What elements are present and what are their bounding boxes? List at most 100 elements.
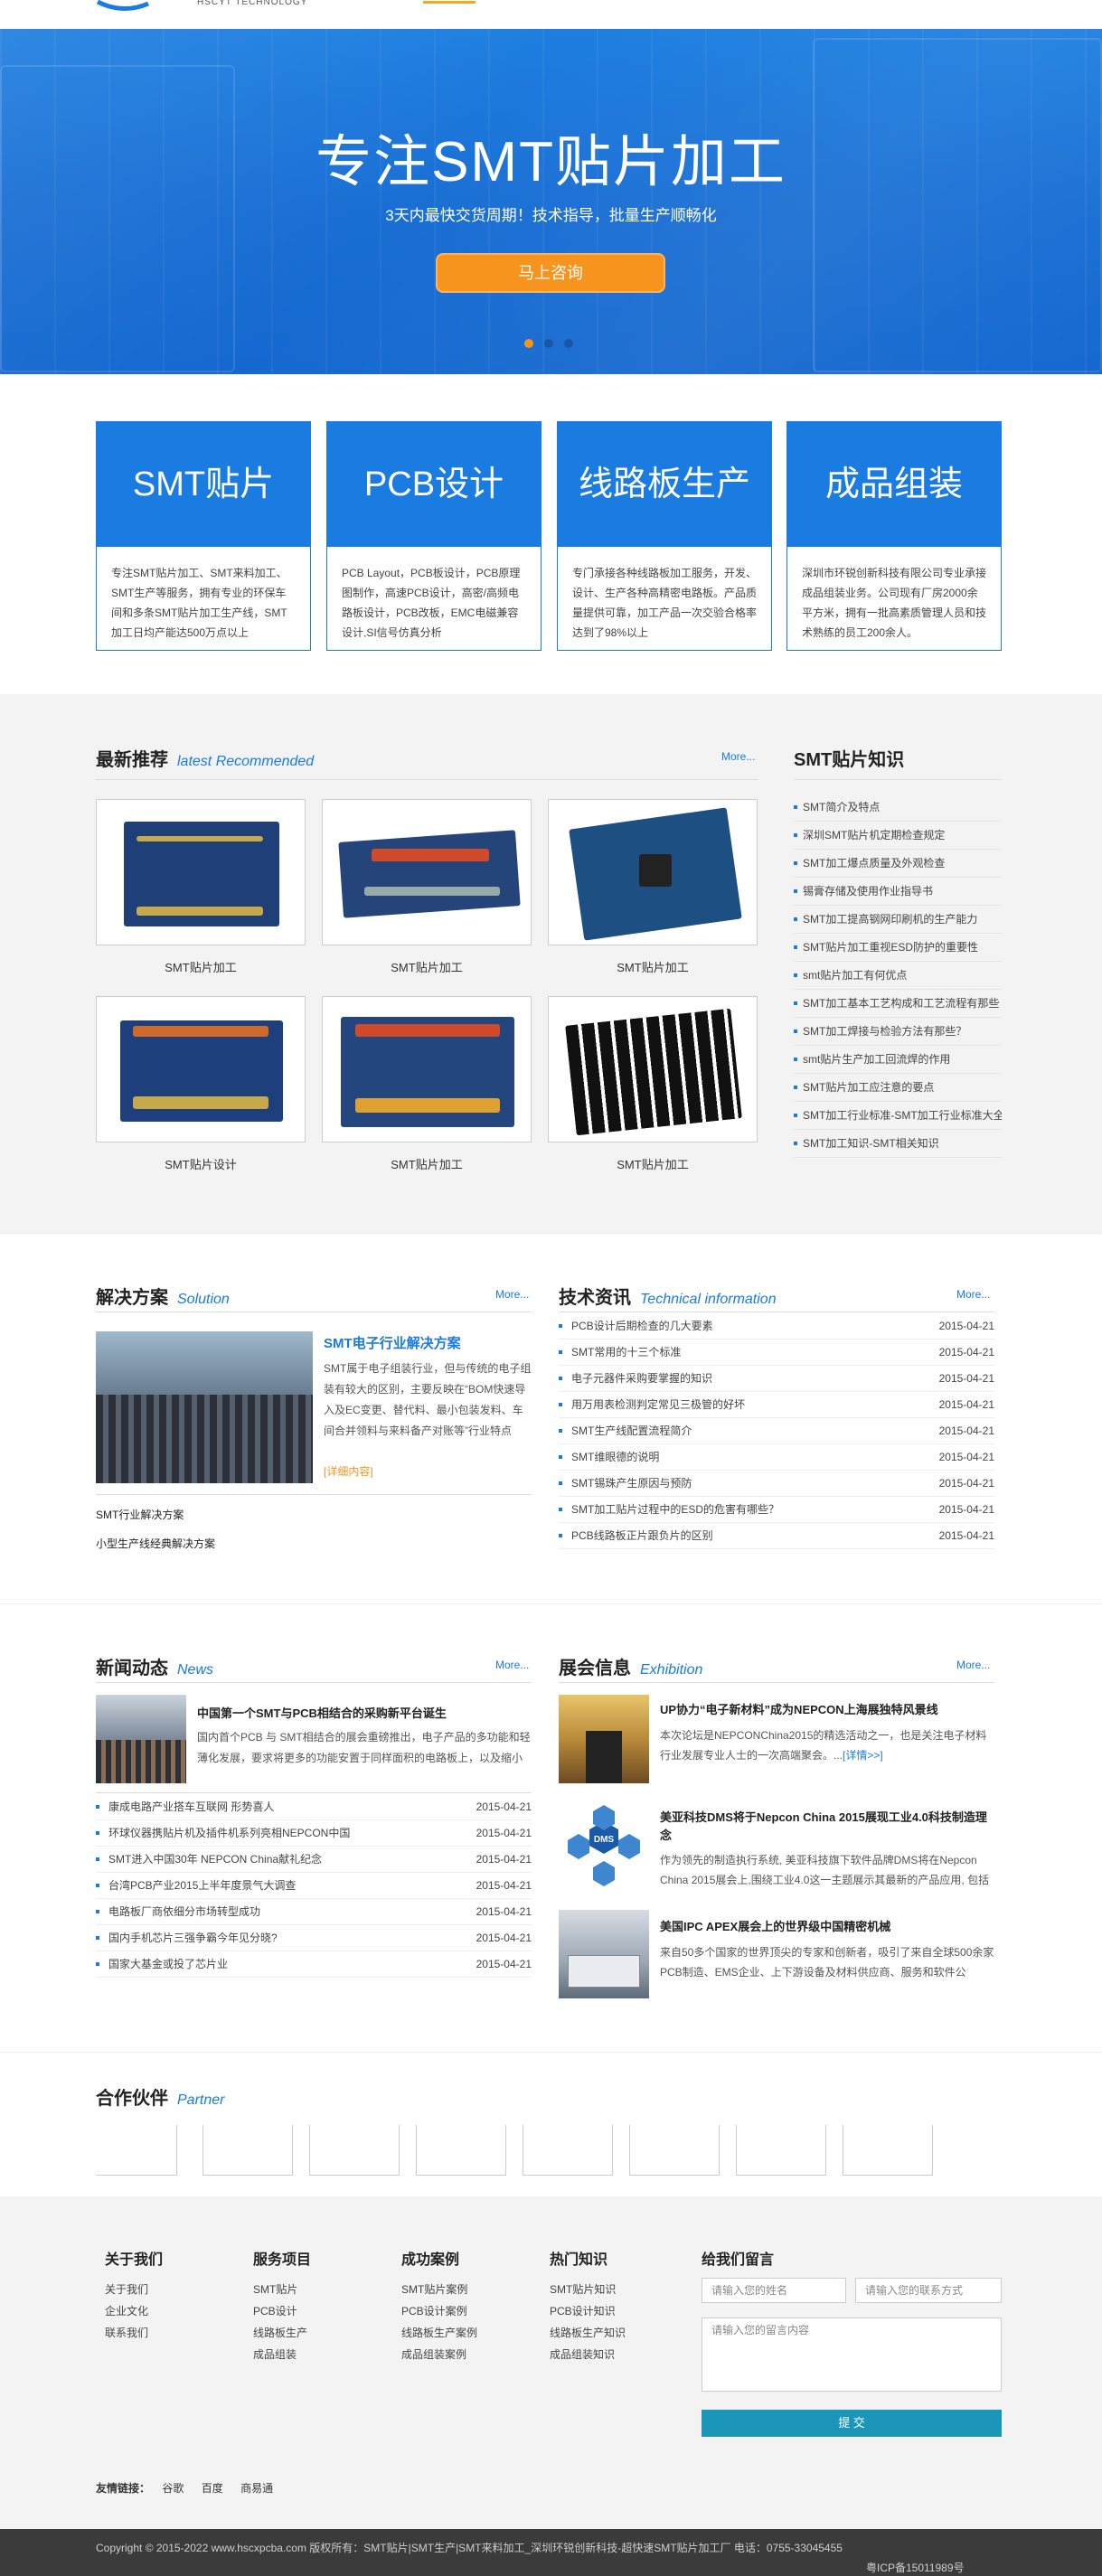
- partner-logo[interactable]: [309, 2125, 400, 2176]
- product-image[interactable]: [548, 799, 758, 945]
- news-item[interactable]: PCB设计后期检查的几大要素 2015-04-21: [559, 1313, 994, 1340]
- news-item[interactable]: SMT生产线配置流程简介 2015-04-21: [559, 1418, 994, 1444]
- more-link[interactable]: More...: [956, 1288, 990, 1301]
- news-item[interactable]: 台湾PCB产业2015上半年度景气大调查 2015-04-21: [96, 1873, 532, 1899]
- news-item-title[interactable]: 电路板厂商依细分市场转型成功: [108, 1905, 260, 1918]
- news-item-title[interactable]: 康成电路产业搭车互联网 形势喜人: [108, 1800, 274, 1813]
- solution-link[interactable]: SMT行业解决方案: [96, 1507, 184, 1522]
- news-item-title[interactable]: 电子元器件采购要掌握的知识: [571, 1372, 712, 1385]
- partner-logo[interactable]: [523, 2125, 613, 2176]
- news-item-title[interactable]: 台湾PCB产业2015上半年度景气大调查: [108, 1879, 296, 1892]
- partner-logo[interactable]: [203, 2125, 293, 2176]
- news-feature-title[interactable]: 中国第一个SMT与PCB相结合的采购新平台诞生: [197, 1704, 532, 1721]
- footer-link[interactable]: 线路板生产: [253, 2325, 307, 2340]
- product-card[interactable]: SMT贴片设计: [96, 996, 306, 1172]
- icp-text[interactable]: 粤ICP备15011989号: [866, 2560, 965, 2575]
- knowledge-item[interactable]: SMT加工爆点质量及外观检查: [794, 850, 1002, 878]
- product-image[interactable]: [96, 996, 306, 1142]
- news-item-title[interactable]: SMT锡珠产生原因与预防: [571, 1477, 692, 1490]
- news-item[interactable]: SMT锡珠产生原因与预防 2015-04-21: [559, 1471, 994, 1497]
- knowledge-item[interactable]: SMT贴片加工重视ESD防护的重要性: [794, 934, 1002, 962]
- product-caption[interactable]: SMT贴片加工: [96, 958, 306, 975]
- news-item-title[interactable]: SMT常用的十三个标准: [571, 1346, 681, 1359]
- service-card[interactable]: SMT贴片 专注SMT贴片加工、SMT来料加工、SMT生产等服务，拥有专业的环保…: [96, 421, 311, 651]
- product-image[interactable]: [548, 996, 758, 1142]
- slider-dot[interactable]: [524, 339, 533, 348]
- product-caption[interactable]: SMT贴片加工: [548, 958, 758, 975]
- knowledge-item[interactable]: 锡膏存储及使用作业指导书: [794, 878, 1002, 906]
- submit-button[interactable]: 提 交: [702, 2410, 1002, 2437]
- exhibition-title[interactable]: 美国IPC APEX展会上的世界级中国精密机械: [660, 1917, 994, 1934]
- solution-image[interactable]: [96, 1331, 313, 1483]
- news-item-title[interactable]: SMT生产线配置流程简介: [571, 1424, 692, 1437]
- footer-link[interactable]: SMT贴片: [253, 2281, 297, 2297]
- more-link[interactable]: More...: [721, 750, 755, 763]
- news-item[interactable]: SMT常用的十三个标准 2015-04-21: [559, 1340, 994, 1366]
- knowledge-item[interactable]: SMT加工基本工艺构成和工艺流程有那些: [794, 990, 1002, 1018]
- name-input[interactable]: 请输入您的姓名: [702, 2278, 846, 2303]
- exhibition-image[interactable]: [559, 1695, 649, 1783]
- footer-link[interactable]: PCB设计: [253, 2303, 297, 2318]
- product-card[interactable]: SMT贴片加工: [322, 799, 532, 975]
- detail-link[interactable]: [详细内容]: [324, 1463, 373, 1479]
- exhibition-title[interactable]: UP协力“电子新材料”成为NEPCON上海展独特风景线: [660, 1700, 994, 1717]
- news-item-title[interactable]: 用万用表检测判定常见三极管的好坏: [571, 1398, 745, 1411]
- message-textarea[interactable]: 请输入您的留言内容: [702, 2317, 1002, 2392]
- service-card[interactable]: 成品组装 深圳市环锐创新科技有限公司专业承接成品组装业务。公司现有厂房2000余…: [786, 421, 1002, 651]
- knowledge-item[interactable]: SMT加工提高钢网印刷机的生产能力: [794, 906, 1002, 934]
- news-item-title[interactable]: SMT进入中国30年 NEPCON China献礼纪念: [108, 1853, 322, 1866]
- news-item[interactable]: 国家大基金或投了芯片业 2015-04-21: [96, 1951, 532, 1978]
- news-item[interactable]: SMT加工贴片过程中的ESD的危害有哪些？ 2015-04-21: [559, 1497, 994, 1523]
- news-item[interactable]: PCB线路板正片跟负片的区别 2015-04-21: [559, 1523, 994, 1549]
- news-item[interactable]: SMT维眼德的说明 2015-04-21: [559, 1444, 994, 1471]
- knowledge-item[interactable]: 深圳SMT贴片机定期检查规定: [794, 822, 1002, 850]
- news-item[interactable]: 国内手机芯片三强争霸今年见分晓? 2015-04-21: [96, 1925, 532, 1951]
- more-link[interactable]: More...: [956, 1659, 990, 1671]
- knowledge-item[interactable]: SMT简介及特点: [794, 794, 1002, 822]
- more-link[interactable]: More...: [495, 1659, 529, 1671]
- news-feature-image[interactable]: [96, 1695, 186, 1783]
- footer-link[interactable]: PCB设计知识: [550, 2303, 616, 2318]
- footer-link[interactable]: 线路板生产案例: [401, 2325, 477, 2340]
- friend-link[interactable]: 商易通: [240, 2482, 273, 2495]
- news-item[interactable]: 电子元器件采购要掌握的知识 2015-04-21: [559, 1366, 994, 1392]
- exhibition-title[interactable]: 美亚科技DMS将于Nepcon China 2015展现工业4.0科技制造理念: [660, 1809, 994, 1845]
- partner-logo[interactable]: [416, 2125, 506, 2176]
- knowledge-item[interactable]: SMT加工行业标准-SMT加工行业标准大全: [794, 1102, 1002, 1130]
- product-card[interactable]: SMT贴片加工: [548, 996, 758, 1172]
- news-item-title[interactable]: SMT维眼德的说明: [571, 1451, 659, 1463]
- friend-link[interactable]: 百度: [202, 2482, 223, 2495]
- news-item[interactable]: 用万用表检测判定常见三极管的好坏 2015-04-21: [559, 1392, 994, 1418]
- solution-link[interactable]: 小型生产线经典解决方案: [96, 1536, 215, 1551]
- product-card[interactable]: SMT贴片加工: [96, 799, 306, 975]
- product-image[interactable]: [322, 799, 532, 945]
- knowledge-item[interactable]: SMT加工知识-SMT相关知识: [794, 1130, 1002, 1158]
- service-card[interactable]: 线路板生产 专门承接各种线路板加工服务，开发、设计、生产各种高精密电路板。产品质…: [557, 421, 772, 651]
- slider-dot[interactable]: [564, 339, 573, 348]
- footer-link[interactable]: 关于我们: [105, 2281, 148, 2297]
- footer-link[interactable]: 企业文化: [105, 2303, 148, 2318]
- footer-link[interactable]: 成品组装知识: [550, 2346, 615, 2362]
- exhibition-detail-link[interactable]: [详情>>]: [843, 1749, 883, 1762]
- footer-link[interactable]: SMT贴片案例: [401, 2281, 467, 2297]
- exhibition-image[interactable]: [559, 1910, 649, 1998]
- partner-logo[interactable]: [629, 2125, 720, 2176]
- product-card[interactable]: SMT贴片加工: [322, 996, 532, 1172]
- news-item-title[interactable]: PCB设计后期检查的几大要素: [571, 1320, 713, 1332]
- more-link[interactable]: More...: [495, 1288, 529, 1301]
- product-caption[interactable]: SMT贴片加工: [322, 958, 532, 975]
- friend-link[interactable]: 谷歌: [162, 2482, 184, 2495]
- news-item-title[interactable]: SMT加工贴片过程中的ESD的危害有哪些？: [571, 1503, 779, 1516]
- logo-icon[interactable]: [96, 0, 152, 13]
- product-card[interactable]: SMT贴片加工: [548, 799, 758, 975]
- product-caption[interactable]: SMT贴片加工: [548, 1155, 758, 1172]
- slider-dot[interactable]: [544, 339, 553, 348]
- partner-logo[interactable]: [96, 2125, 177, 2176]
- product-image[interactable]: [96, 799, 306, 945]
- knowledge-item[interactable]: SMT加工焊接与检验方法有那些？: [794, 1018, 1002, 1046]
- news-item[interactable]: 环球仪器携贴片机及插件机系列亮相NEPCON中国 2015-04-21: [96, 1820, 532, 1847]
- news-item[interactable]: 电路板厂商依细分市场转型成功 2015-04-21: [96, 1899, 532, 1925]
- knowledge-item[interactable]: SMT贴片加工应注意的要点: [794, 1074, 1002, 1102]
- consult-button[interactable]: 马上咨询: [436, 253, 665, 293]
- solution-feature-title[interactable]: SMT电子行业解决方案: [324, 1333, 461, 1352]
